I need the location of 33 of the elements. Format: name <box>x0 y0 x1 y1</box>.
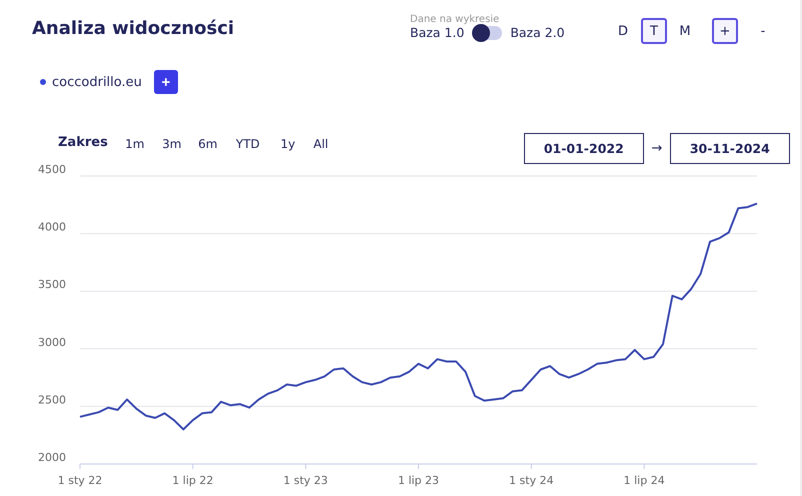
range-option[interactable]: YTD <box>226 137 270 151</box>
end-date-field[interactable]: 30-11-2024 <box>670 132 790 164</box>
data-source-caption: Dane na wykresie <box>410 14 500 25</box>
range-option[interactable]: All <box>306 137 336 151</box>
start-date-field[interactable]: 01-01-2022 <box>524 132 644 164</box>
x-axis-label: 1 lip 23 <box>398 474 440 487</box>
y-axis-label: 2000 <box>38 451 66 464</box>
base-label: Baza 1.0 <box>410 25 464 40</box>
page-title: Analiza widoczności <box>32 18 236 39</box>
y-axis-label: 4500 <box>38 164 66 176</box>
y-axis-label: 3500 <box>38 278 66 292</box>
y-axis-label: 4000 <box>38 220 66 234</box>
base-toggle[interactable] <box>472 26 502 40</box>
y-axis-label: 3000 <box>38 336 66 349</box>
granularity-button[interactable]: T <box>641 18 667 44</box>
granularity-button[interactable]: M <box>672 18 698 44</box>
range-option[interactable]: 3m <box>154 137 190 151</box>
x-axis-label: 1 sty 24 <box>509 474 554 487</box>
base-label: Baza 2.0 <box>510 25 565 40</box>
x-axis-label: 1 sty 23 <box>283 474 328 487</box>
y-axis-label: 2500 <box>38 393 66 406</box>
range-option[interactable]: 6m <box>190 137 226 151</box>
x-axis-label: 1 lip 22 <box>172 474 214 487</box>
granularity-button[interactable]: D <box>610 18 636 44</box>
range-option[interactable]: 1y <box>270 137 306 151</box>
x-axis-label: 1 sty 22 <box>58 474 102 487</box>
range-arrow: → <box>650 140 664 156</box>
zoom-in-button[interactable]: + <box>712 18 738 44</box>
add-domain-button[interactable]: + <box>154 70 178 94</box>
range-option[interactable]: 1m <box>116 137 154 151</box>
range-label: Zakres <box>58 134 108 150</box>
x-axis-label: 1 lip 24 <box>624 474 665 487</box>
legend-label: coccodrillo.eu <box>52 74 142 90</box>
